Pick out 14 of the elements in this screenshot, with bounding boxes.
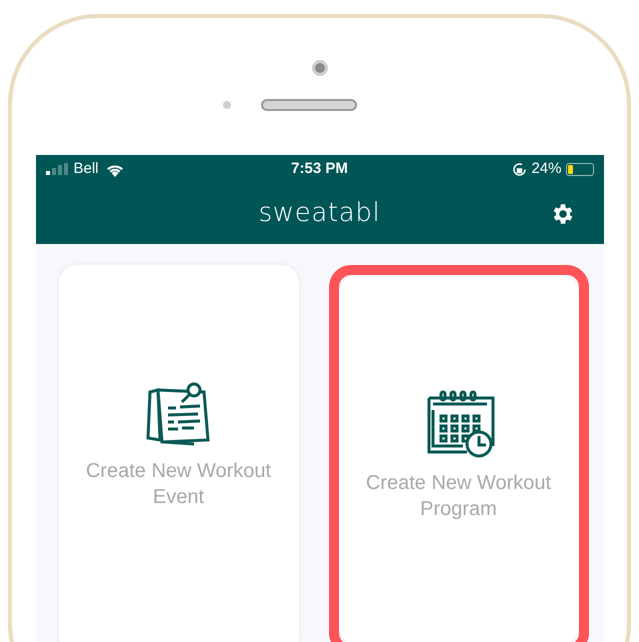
option-card[interactable]: Create New Workout Event	[58, 265, 298, 642]
camera-icon	[312, 60, 328, 76]
clock-time: 7:53 PM	[290, 158, 349, 179]
rotation-lock-icon	[512, 162, 528, 176]
sensor-icon	[222, 101, 230, 109]
battery-icon	[566, 162, 594, 176]
app-title: sweatabl	[258, 197, 380, 230]
card-label: Create New Workout Event	[84, 459, 272, 510]
carrier-name: Bell	[74, 158, 99, 179]
option-card[interactable]: Create New Workout Program	[338, 275, 578, 642]
card-label: Create New Workout Program	[364, 471, 552, 522]
signal-icon	[46, 163, 68, 175]
speaker-icon	[260, 99, 356, 111]
battery-percent: 24%	[531, 158, 562, 179]
